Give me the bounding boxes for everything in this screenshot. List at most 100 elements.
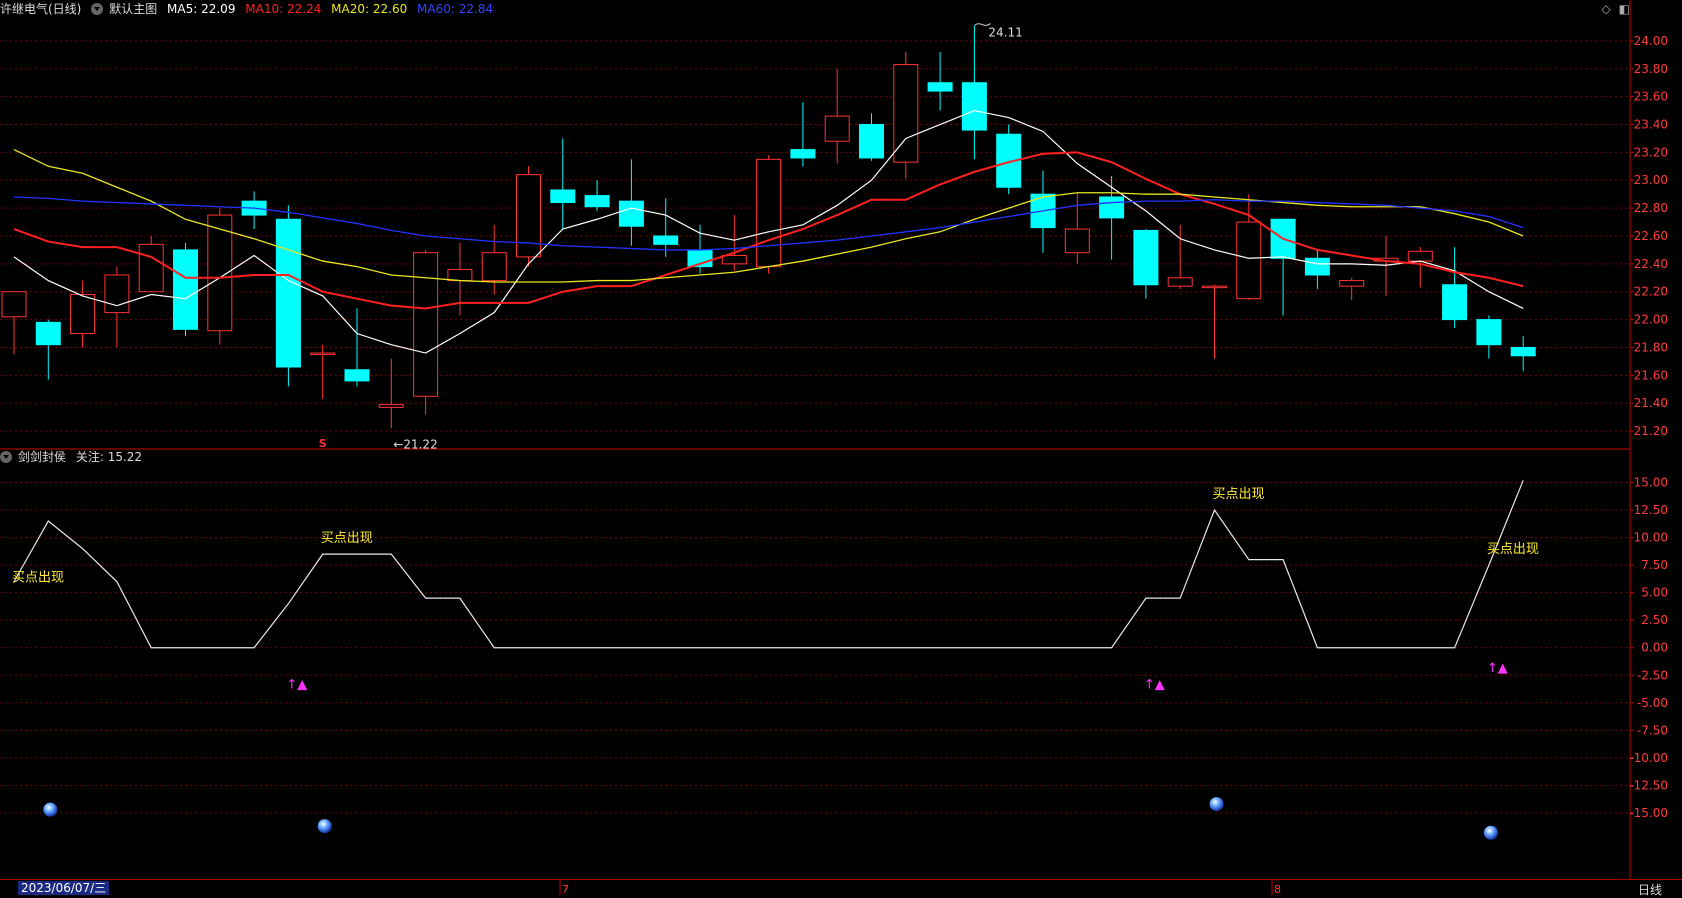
window-icons: ◇ ◧ bbox=[1593, 2, 1630, 16]
candle-up bbox=[1373, 235, 1399, 296]
candle-body bbox=[481, 252, 507, 282]
price-tick-label: 22.80 bbox=[1634, 201, 1668, 215]
candle-body bbox=[275, 218, 301, 368]
indicator-tick-label: -10.00 bbox=[1629, 751, 1668, 765]
indicator-tick-label: -15.00 bbox=[1629, 806, 1668, 820]
candle-up bbox=[138, 235, 164, 293]
blue-ball-icon bbox=[43, 802, 58, 817]
candle-down bbox=[961, 25, 987, 160]
candle-body bbox=[1339, 280, 1365, 287]
moving-average-lines bbox=[13, 109, 1524, 354]
candle-down bbox=[1133, 229, 1159, 299]
cursor-date: 2023/06/07/三 bbox=[18, 881, 110, 895]
candle-body bbox=[893, 64, 919, 163]
indicator-tick-label: 10.00 bbox=[1634, 531, 1668, 545]
candle-body bbox=[447, 268, 473, 282]
candle-up bbox=[1407, 247, 1433, 288]
candle-body bbox=[1304, 257, 1330, 276]
buy-signal-label: 买点出现 bbox=[1487, 542, 1539, 557]
candle-body bbox=[1407, 250, 1433, 262]
buy-arrow-icon: ↑▲ bbox=[286, 677, 307, 692]
candle-down bbox=[618, 159, 644, 246]
candle-body bbox=[1064, 228, 1090, 254]
candle-body bbox=[516, 174, 541, 258]
period-label[interactable]: 日线 bbox=[1638, 881, 1662, 898]
candle-up bbox=[1236, 194, 1262, 301]
price-tick-label: 21.40 bbox=[1634, 396, 1668, 410]
candle-body bbox=[584, 195, 610, 208]
indicator-focus-value: 关注: 15.22 bbox=[75, 450, 143, 464]
buy-signal-label: 买点出现 bbox=[321, 531, 373, 546]
blue-ball-icon bbox=[1209, 797, 1224, 812]
diamond-icon[interactable]: ◇ bbox=[1601, 2, 1610, 16]
candle-up bbox=[1, 291, 27, 355]
candle-up bbox=[378, 358, 404, 429]
indicator-tick-label: -12.50 bbox=[1629, 778, 1668, 792]
price-tick-label: 23.40 bbox=[1634, 118, 1668, 132]
buy-arrow-icon: ↑▲ bbox=[1144, 677, 1165, 692]
dropdown-icon[interactable] bbox=[91, 3, 104, 15]
candle-up bbox=[70, 280, 96, 348]
blue-ball-icon bbox=[317, 819, 332, 834]
candle-body bbox=[344, 369, 370, 382]
candle-body bbox=[1133, 229, 1159, 286]
candle-body bbox=[824, 115, 850, 142]
indicator-tick-label: 12.50 bbox=[1634, 503, 1668, 517]
candle-body bbox=[653, 235, 679, 245]
indicator-tick-label: -5.00 bbox=[1637, 696, 1668, 710]
candle-body bbox=[1476, 319, 1502, 346]
candle-body bbox=[550, 189, 576, 204]
candle-down bbox=[1030, 170, 1056, 253]
price-tick-label: 22.20 bbox=[1634, 285, 1668, 299]
candle-body bbox=[1510, 346, 1536, 357]
ma60-value: MA60: 22.84 bbox=[417, 2, 494, 16]
price-tick-label: 24.00 bbox=[1634, 34, 1668, 48]
candle-down bbox=[241, 191, 267, 230]
indicator-name[interactable]: 剑剑封侯 bbox=[18, 450, 66, 464]
price-tick-label: 23.60 bbox=[1634, 90, 1668, 104]
candle-body bbox=[756, 158, 782, 268]
candle-up bbox=[824, 68, 850, 164]
indicator-tick-label: -7.50 bbox=[1637, 723, 1668, 737]
candle-down bbox=[1510, 336, 1536, 372]
indicator-header: 剑剑封侯 关注: 15.22 bbox=[0, 448, 148, 466]
indicator-tick-label: 5.00 bbox=[1641, 586, 1668, 600]
panel-icon[interactable]: ◧ bbox=[1619, 2, 1630, 16]
sell-marker: S bbox=[319, 437, 327, 450]
candle-body bbox=[961, 82, 987, 131]
stock-title: 许继电气(日线) bbox=[0, 2, 82, 16]
candlesticks[interactable] bbox=[1, 25, 1536, 429]
candle-down bbox=[1442, 247, 1468, 328]
stock-chart[interactable]: 24.11←21.22S 买点出现买点出现买点出现买点出现↑▲ ↑▲↑▲ 21.2… bbox=[0, 0, 1682, 895]
candle-body bbox=[927, 82, 953, 92]
main-chart-label[interactable]: 默认主图 bbox=[109, 2, 157, 16]
price-tick-label: 21.20 bbox=[1634, 424, 1668, 438]
main-chart-header: 许继电气(日线) 默认主图 MA5: 22.09 MA10: 22.24 MA2… bbox=[0, 0, 499, 18]
candle-up bbox=[756, 155, 782, 274]
indicator-line-path bbox=[13, 480, 1524, 649]
candle-up bbox=[721, 215, 747, 271]
price-tick-label: 23.20 bbox=[1634, 145, 1668, 159]
candle-down bbox=[173, 242, 198, 337]
price-tick-label: 23.00 bbox=[1634, 173, 1668, 187]
candle-body bbox=[1167, 277, 1193, 287]
ma20-value: MA20: 22.60 bbox=[331, 2, 408, 16]
candle-body bbox=[1099, 196, 1125, 219]
candle-down bbox=[653, 198, 679, 257]
price-tick-label: 22.00 bbox=[1634, 313, 1668, 327]
indicator-tick-label: 2.50 bbox=[1641, 613, 1668, 627]
candle-down bbox=[35, 319, 61, 380]
candle-down bbox=[927, 52, 953, 111]
blue-ball-icon bbox=[1483, 825, 1498, 840]
candle-body bbox=[173, 249, 198, 330]
indicator-tick-label: 15.00 bbox=[1634, 476, 1668, 490]
candle-up bbox=[104, 266, 130, 348]
candle-body bbox=[618, 200, 644, 227]
dropdown-icon[interactable] bbox=[0, 451, 12, 463]
candle-body bbox=[310, 352, 336, 356]
candle-down bbox=[275, 205, 301, 387]
buy-signal-label: 买点出现 bbox=[1213, 487, 1265, 502]
indicator-tick-label: -2.50 bbox=[1637, 668, 1668, 682]
price-tick-label: 21.60 bbox=[1634, 368, 1668, 382]
candle-body bbox=[859, 124, 884, 159]
